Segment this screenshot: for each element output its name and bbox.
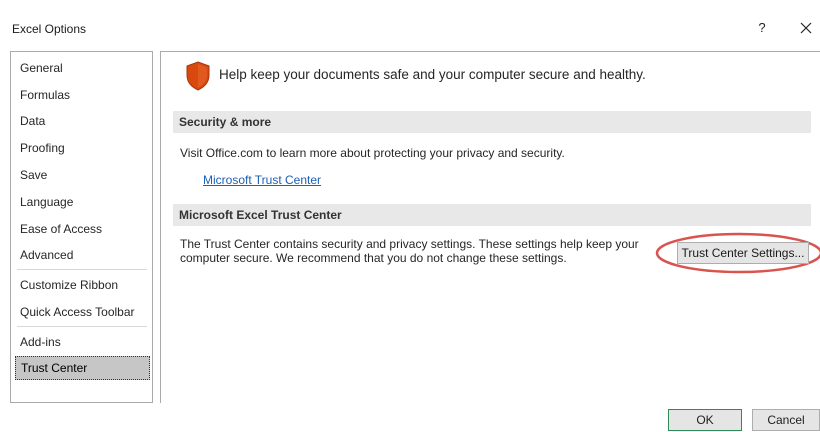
sidebar-item-ease-of-access[interactable]: Ease of Access [15, 217, 150, 241]
sidebar-item-customize-ribbon[interactable]: Customize Ribbon [15, 273, 150, 297]
sidebar-item-proofing[interactable]: Proofing [15, 136, 150, 160]
page-headline: Help keep your documents safe and your c… [219, 67, 646, 82]
ok-button[interactable]: OK [668, 409, 742, 431]
trust-center-description-line1: The Trust Center contains security and p… [180, 237, 639, 251]
security-section-header: Security & more [173, 111, 811, 133]
sidebar-item-quick-access-toolbar[interactable]: Quick Access Toolbar [15, 300, 150, 324]
excel-options-dialog: Excel Options ? General Formulas Data Pr… [0, 0, 820, 432]
sidebar-item-data[interactable]: Data [15, 109, 150, 133]
sidebar: General Formulas Data Proofing Save Lang… [10, 51, 153, 403]
title-bar: Excel Options ? [0, 0, 820, 52]
trust-center-description-line2: computer secure. We recommend that you d… [180, 251, 567, 265]
window-title: Excel Options [12, 22, 87, 36]
sidebar-item-general[interactable]: General [15, 56, 150, 80]
close-icon [800, 22, 812, 34]
microsoft-trust-center-link[interactable]: Microsoft Trust Center [203, 173, 321, 187]
shield-icon [186, 61, 210, 91]
trust-center-settings-label: Trust Center Settings... [681, 246, 805, 260]
main-panel: Help keep your documents safe and your c… [160, 51, 820, 403]
close-button[interactable] [796, 18, 816, 38]
cancel-button[interactable]: Cancel [752, 409, 820, 431]
sidebar-item-language[interactable]: Language [15, 190, 150, 214]
trust-center-section-header: Microsoft Excel Trust Center [173, 204, 811, 226]
trust-center-settings-button[interactable]: Trust Center Settings... [677, 242, 809, 264]
sidebar-item-trust-center[interactable]: Trust Center [15, 356, 150, 380]
sidebar-item-add-ins[interactable]: Add-ins [15, 330, 150, 354]
sidebar-item-advanced[interactable]: Advanced [15, 243, 150, 267]
sidebar-divider [17, 269, 147, 270]
sidebar-item-formulas[interactable]: Formulas [15, 83, 150, 107]
security-description: Visit Office.com to learn more about pro… [180, 146, 565, 160]
sidebar-divider [17, 326, 147, 327]
help-button[interactable]: ? [752, 18, 772, 38]
sidebar-item-save[interactable]: Save [15, 163, 150, 187]
